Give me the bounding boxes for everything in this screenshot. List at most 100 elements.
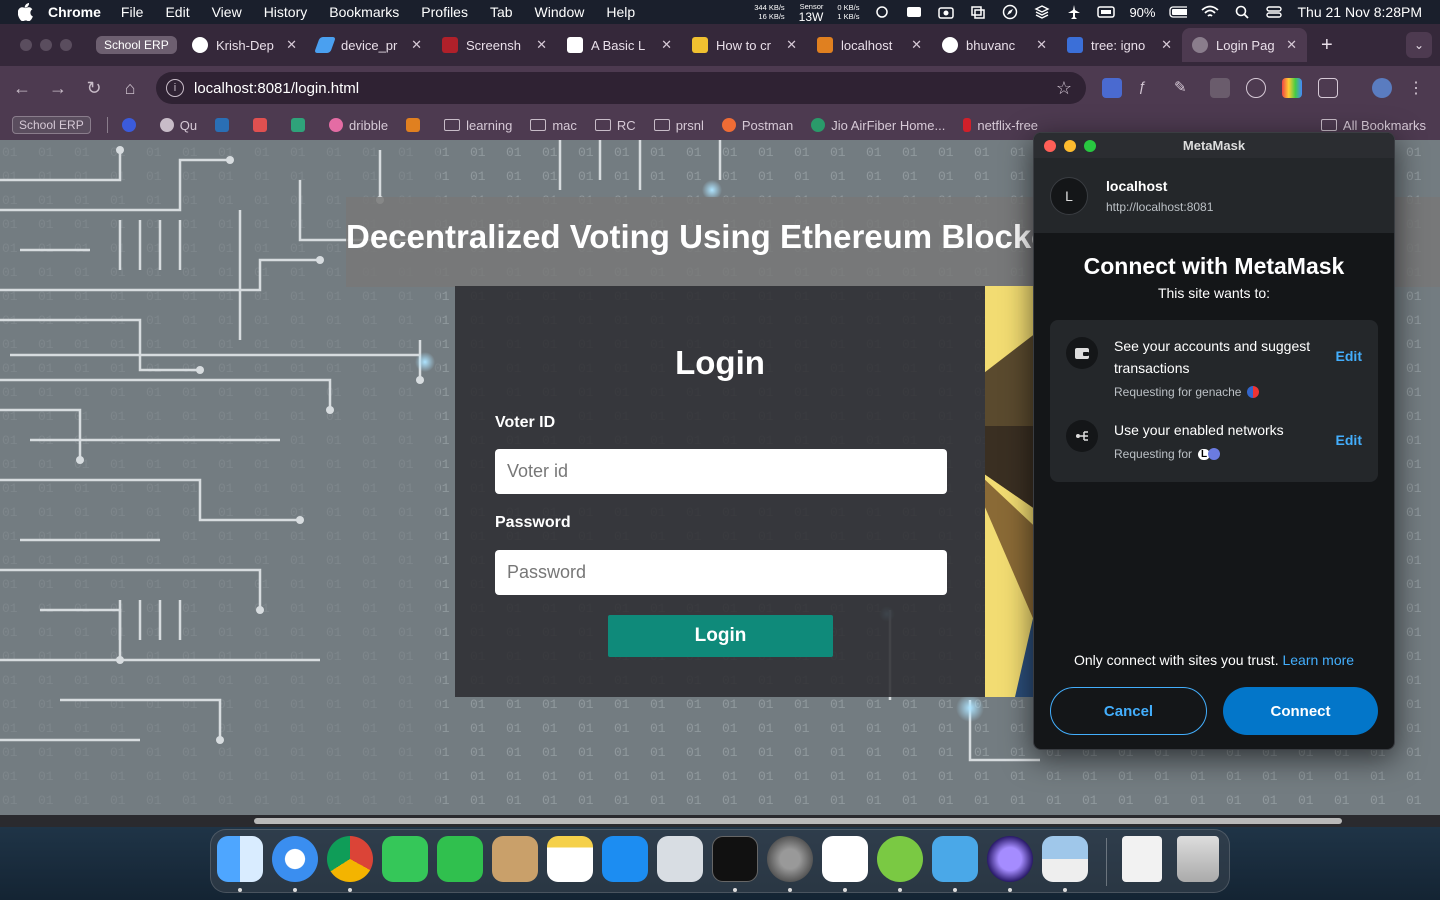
bruno-icon[interactable] — [877, 836, 923, 882]
safari-icon[interactable] — [272, 836, 318, 882]
tab-bhuvan[interactable]: bhuvanc ✕ — [932, 28, 1057, 62]
bookmark-m[interactable] — [253, 118, 273, 132]
terminal-icon[interactable] — [712, 836, 758, 882]
tab-localhost[interactable]: localhost ✕ — [807, 28, 932, 62]
menu-bookmarks[interactable]: Bookmarks — [329, 4, 399, 20]
tab-login-page[interactable]: Login Pag ✕ — [1182, 28, 1307, 62]
apple-icon[interactable] — [18, 3, 36, 21]
tab-group-school-erp[interactable]: School ERP — [86, 28, 182, 62]
sensor-stats[interactable]: Sensor 13W — [799, 2, 824, 23]
new-tab-button[interactable]: + — [1321, 34, 1333, 57]
menu-edit[interactable]: Edit — [165, 4, 189, 20]
minimize-window-button[interactable] — [40, 39, 52, 51]
close-tab-icon[interactable]: ✕ — [286, 37, 297, 53]
tab-device[interactable]: device_pr ✕ — [307, 28, 432, 62]
translate-extension-icon[interactable] — [1102, 78, 1122, 98]
site-info-icon[interactable]: i — [166, 79, 184, 97]
vscode-icon[interactable] — [822, 836, 868, 882]
menu-file[interactable]: File — [121, 4, 144, 20]
proton-icon[interactable] — [987, 836, 1033, 882]
reload-button[interactable]: ↻ — [76, 78, 112, 99]
bookmark-dribbble[interactable]: dribble — [329, 118, 388, 133]
migrate-icon[interactable] — [932, 836, 978, 882]
menu-view[interactable]: View — [212, 4, 242, 20]
menu-tab[interactable]: Tab — [490, 4, 513, 20]
connect-button[interactable]: Connect — [1223, 687, 1378, 735]
password-input[interactable] — [495, 550, 947, 595]
app-store-icon[interactable] — [602, 836, 648, 882]
network-stats[interactable]: 344 KB/s 16 KB/s — [754, 3, 784, 21]
control-center-icon[interactable] — [1265, 5, 1283, 19]
profile-avatar[interactable] — [1372, 78, 1392, 98]
tab-tree[interactable]: tree: igno ✕ — [1057, 28, 1182, 62]
wifi-icon[interactable] — [1201, 5, 1220, 19]
contacts-icon[interactable] — [492, 836, 538, 882]
close-tab-icon[interactable]: ✕ — [911, 37, 922, 53]
menu-window[interactable]: Window — [535, 4, 585, 20]
display-icon[interactable] — [1097, 5, 1116, 19]
printer-extension-icon[interactable] — [1210, 78, 1230, 98]
formula-extension-icon[interactable]: ƒ — [1138, 78, 1158, 98]
close-tab-icon[interactable]: ✕ — [411, 37, 422, 53]
forward-button[interactable]: → — [40, 78, 76, 99]
bookmark-star-icon[interactable]: ☆ — [1056, 78, 1072, 99]
voter-id-input[interactable] — [495, 449, 947, 494]
battery-icon[interactable] — [1169, 5, 1188, 19]
rocket-icon[interactable] — [873, 5, 891, 19]
tab-search-button[interactable]: ⌄ — [1406, 32, 1432, 58]
preview-icon[interactable] — [1042, 836, 1088, 882]
cancel-button[interactable]: Cancel — [1050, 687, 1207, 735]
close-tab-icon[interactable]: ✕ — [661, 37, 672, 53]
palette-extension-icon[interactable] — [1282, 78, 1302, 98]
screenshot-icon[interactable] — [937, 5, 955, 19]
scrollbar-thumb[interactable] — [254, 818, 1342, 824]
bookmark-folder-prsnl[interactable]: prsnl — [653, 118, 704, 133]
menu-history[interactable]: History — [264, 4, 308, 20]
menu-profiles[interactable]: Profiles — [421, 4, 468, 20]
bookmark-folder-rc[interactable]: RC — [594, 118, 636, 133]
bookmark-folder-learning[interactable]: learning — [444, 118, 512, 133]
bookmark-folder-mac[interactable]: mac — [530, 118, 577, 133]
color-picker-extension-icon[interactable]: ✎ — [1174, 78, 1194, 98]
tab-krish[interactable]: Krish-Dep ✕ — [182, 28, 307, 62]
tab-howto[interactable]: How to cr ✕ — [682, 28, 807, 62]
bookmark-postman[interactable]: Postman — [721, 118, 793, 133]
spotlight-icon[interactable] — [1233, 5, 1251, 19]
close-tab-icon[interactable]: ✕ — [1161, 37, 1172, 53]
bookmark-linkedin[interactable] — [215, 118, 235, 132]
extensions-puzzle-icon[interactable] — [1318, 78, 1338, 98]
chrome-menu-icon[interactable]: ⋮ — [1408, 78, 1428, 98]
tab-screenshot[interactable]: Screensh ✕ — [432, 28, 557, 62]
trash-icon[interactable] — [1177, 836, 1219, 882]
bookmark-green[interactable] — [291, 118, 311, 132]
close-tab-icon[interactable]: ✕ — [786, 37, 797, 53]
edit-networks-button[interactable]: Edit — [1336, 432, 1362, 448]
bookmark-quora[interactable]: Qu — [159, 118, 197, 133]
keyboard-icon[interactable] — [905, 5, 923, 19]
learn-more-link[interactable]: Learn more — [1282, 652, 1354, 668]
tab-basic[interactable]: A Basic L ✕ — [557, 28, 682, 62]
address-bar[interactable]: i localhost:8081/login.html ☆ — [156, 72, 1086, 104]
windows-icon[interactable] — [969, 5, 987, 19]
finder-icon[interactable] — [217, 836, 263, 882]
layers-icon[interactable] — [1033, 5, 1051, 19]
system-settings-icon[interactable] — [767, 836, 813, 882]
all-bookmarks[interactable]: All Bookmarks — [1320, 118, 1426, 133]
close-tab-icon[interactable]: ✕ — [536, 37, 547, 53]
close-tab-icon[interactable]: ✕ — [1036, 37, 1047, 53]
back-button[interactable]: ← — [4, 78, 40, 99]
bookmark-group-school-erp[interactable]: School ERP — [12, 116, 91, 134]
app-menu-chrome[interactable]: Chrome — [48, 4, 101, 20]
zoom-window-button[interactable] — [60, 39, 72, 51]
edit-accounts-button[interactable]: Edit — [1336, 348, 1362, 364]
bookmark-jio[interactable]: Jio AirFiber Home... — [811, 118, 945, 133]
close-tab-icon[interactable]: ✕ — [1286, 37, 1297, 53]
facetime-icon[interactable] — [437, 836, 483, 882]
menu-help[interactable]: Help — [606, 4, 635, 20]
close-window-button[interactable] — [20, 39, 32, 51]
password-manager-icon[interactable] — [1246, 78, 1266, 98]
disk-stats[interactable]: 0 KB/s 1 KB/s — [837, 3, 859, 21]
bookmark-netflix[interactable]: netflix-free — [963, 118, 1038, 133]
bookmark-ganache[interactable] — [406, 118, 426, 132]
login-button[interactable]: Login — [608, 615, 833, 657]
